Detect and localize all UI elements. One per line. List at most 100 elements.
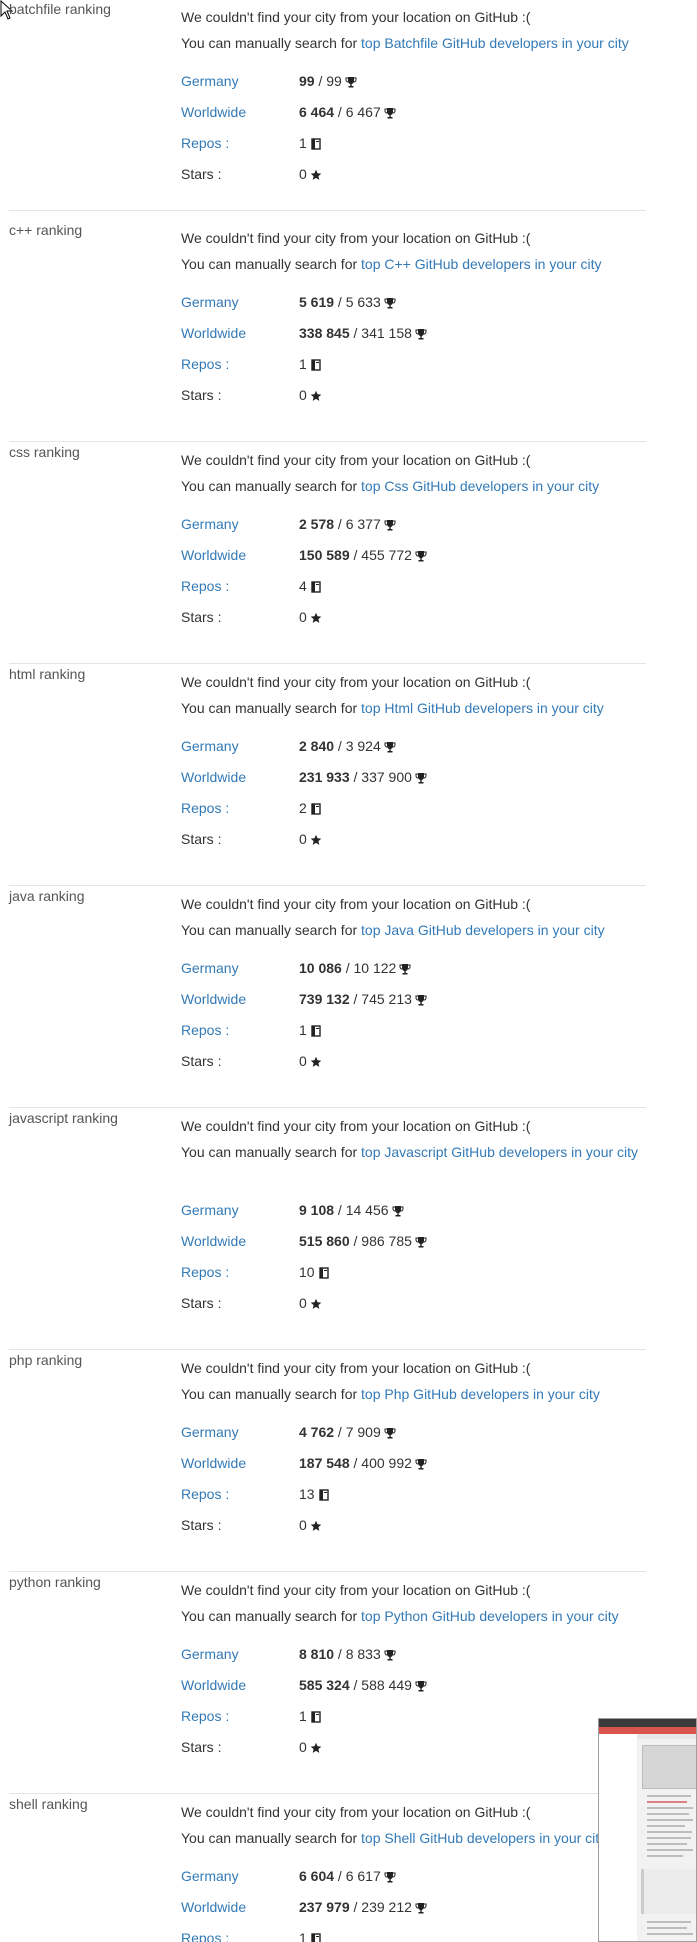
country-rank: 2 578 bbox=[299, 516, 335, 532]
trophy-icon bbox=[384, 1428, 396, 1439]
worldwide-ranking-link[interactable]: Worldwide bbox=[181, 1233, 246, 1249]
stars-label: Stars : bbox=[181, 1053, 222, 1069]
manual-search-line: You can manually search for top Javascri… bbox=[181, 1143, 639, 1162]
country-total: / 7 909 bbox=[334, 1424, 381, 1440]
star-icon bbox=[310, 1520, 322, 1531]
manual-search-line: You can manually search for top Batchfil… bbox=[181, 34, 639, 53]
manual-search-prefix: You can manually search for bbox=[181, 1144, 362, 1160]
worldwide-total: / 341 158 bbox=[349, 325, 412, 341]
city-search-link[interactable]: top Shell GitHub developers in your city bbox=[361, 1830, 606, 1846]
repos-link[interactable]: Repos : bbox=[181, 1486, 229, 1502]
worldwide-ranking-link[interactable]: Worldwide bbox=[181, 1455, 246, 1471]
worldwide-rank-row: Worldwide 585 324 / 588 449 bbox=[181, 1677, 639, 1697]
stars-count: 0 bbox=[299, 1517, 322, 1533]
worldwide-ranking-link[interactable]: Worldwide bbox=[181, 769, 246, 785]
country-ranking-link[interactable]: Germany bbox=[181, 1202, 239, 1218]
country-rank: 8 810 bbox=[299, 1646, 335, 1662]
repos-value: 13 bbox=[299, 1486, 315, 1502]
country-rank: 99 bbox=[299, 73, 315, 89]
star-icon bbox=[310, 390, 322, 401]
stars-row: Stars : 0 bbox=[181, 166, 639, 186]
repos-link[interactable]: Repos : bbox=[181, 1264, 229, 1280]
worldwide-total: / 455 772 bbox=[349, 547, 412, 563]
country-rank-row: Germany 2 578 / 6 377 bbox=[181, 516, 639, 536]
repos-row: Repos : 2 bbox=[181, 800, 639, 820]
repos-value: 1 bbox=[299, 135, 307, 151]
manual-search-line: You can manually search for top C++ GitH… bbox=[181, 255, 639, 274]
worldwide-rank-value: 237 979 / 239 212 bbox=[299, 1899, 427, 1915]
country-ranking-link[interactable]: Germany bbox=[181, 1424, 239, 1440]
star-icon bbox=[310, 169, 322, 180]
country-rank-value: 99 / 99 bbox=[299, 73, 357, 89]
manual-search-prefix: You can manually search for bbox=[181, 478, 362, 494]
stars-count: 0 bbox=[299, 609, 322, 625]
country-total: / 99 bbox=[314, 73, 342, 89]
country-ranking-link[interactable]: Germany bbox=[181, 516, 239, 532]
location-not-found-notice: We couldn't find your city from your loc… bbox=[181, 1804, 531, 1820]
city-search-link[interactable]: top Javascript GitHub developers in your… bbox=[361, 1144, 638, 1160]
ranking-section: java ranking We couldn't find your city … bbox=[9, 887, 646, 1108]
city-search-link[interactable]: top Php GitHub developers in your city bbox=[361, 1386, 600, 1402]
worldwide-rank: 338 845 bbox=[299, 325, 350, 341]
repos-link[interactable]: Repos : bbox=[181, 356, 229, 372]
book-icon bbox=[311, 1933, 321, 1942]
country-rank: 9 108 bbox=[299, 1202, 335, 1218]
city-search-link[interactable]: top Css GitHub developers in your city bbox=[361, 478, 599, 494]
repos-link[interactable]: Repos : bbox=[181, 578, 229, 594]
worldwide-ranking-link[interactable]: Worldwide bbox=[181, 547, 246, 563]
worldwide-ranking-link[interactable]: Worldwide bbox=[181, 991, 246, 1007]
language-ranking-title: css ranking bbox=[9, 444, 80, 460]
country-ranking-link[interactable]: Germany bbox=[181, 960, 239, 976]
worldwide-rank-value: 150 589 / 455 772 bbox=[299, 547, 427, 563]
stars-label: Stars : bbox=[181, 1739, 222, 1755]
worldwide-ranking-link[interactable]: Worldwide bbox=[181, 325, 246, 341]
book-icon bbox=[311, 138, 321, 150]
location-not-found-notice: We couldn't find your city from your loc… bbox=[181, 1360, 531, 1376]
stars-value: 0 bbox=[299, 1295, 307, 1311]
repos-value: 2 bbox=[299, 800, 307, 816]
worldwide-rank: 585 324 bbox=[299, 1677, 350, 1693]
trophy-icon bbox=[384, 520, 396, 531]
trophy-icon bbox=[384, 1650, 396, 1661]
worldwide-total: / 745 213 bbox=[349, 991, 412, 1007]
country-ranking-link[interactable]: Germany bbox=[181, 294, 239, 310]
book-icon bbox=[311, 1711, 321, 1723]
country-ranking-link[interactable]: Germany bbox=[181, 1868, 239, 1884]
country-total: / 14 456 bbox=[334, 1202, 389, 1218]
city-search-link[interactable]: top Java GitHub developers in your city bbox=[361, 922, 605, 938]
city-search-link[interactable]: top Html GitHub developers in your city bbox=[361, 700, 604, 716]
country-rank: 2 840 bbox=[299, 738, 335, 754]
trophy-icon bbox=[384, 298, 396, 309]
city-search-link[interactable]: top Python GitHub developers in your cit… bbox=[361, 1608, 619, 1624]
repos-count: 1 bbox=[299, 356, 322, 372]
manual-search-prefix: You can manually search for bbox=[181, 35, 362, 51]
repos-value: 10 bbox=[299, 1264, 315, 1280]
location-not-found-notice: We couldn't find your city from your loc… bbox=[181, 230, 531, 246]
repos-link[interactable]: Repos : bbox=[181, 1930, 229, 1942]
screenshot-preview-thumbnail[interactable] bbox=[598, 1718, 697, 1942]
stars-row: Stars : 0 bbox=[181, 1517, 639, 1537]
city-search-link[interactable]: top Batchfile GitHub developers in your … bbox=[361, 35, 629, 51]
manual-search-prefix: You can manually search for bbox=[181, 1608, 362, 1624]
worldwide-ranking-link[interactable]: Worldwide bbox=[181, 1677, 246, 1693]
country-ranking-link[interactable]: Germany bbox=[181, 73, 239, 89]
repos-link[interactable]: Repos : bbox=[181, 1022, 229, 1038]
repos-row: Repos : 1 bbox=[181, 1022, 639, 1042]
repos-link[interactable]: Repos : bbox=[181, 135, 229, 151]
repos-link[interactable]: Repos : bbox=[181, 1708, 229, 1724]
country-rank-row: Germany 5 619 / 5 633 bbox=[181, 294, 639, 314]
country-ranking-link[interactable]: Germany bbox=[181, 738, 239, 754]
city-search-link[interactable]: top C++ GitHub developers in your city bbox=[361, 256, 601, 272]
worldwide-ranking-link[interactable]: Worldwide bbox=[181, 1899, 246, 1915]
worldwide-ranking-link[interactable]: Worldwide bbox=[181, 104, 246, 120]
star-icon bbox=[310, 1056, 322, 1067]
trophy-icon bbox=[415, 995, 427, 1006]
star-icon bbox=[310, 1298, 322, 1309]
country-ranking-link[interactable]: Germany bbox=[181, 1646, 239, 1662]
stars-count: 0 bbox=[299, 1295, 322, 1311]
country-rank: 5 619 bbox=[299, 294, 335, 310]
repos-value: 1 bbox=[299, 356, 307, 372]
repos-row: Repos : 4 bbox=[181, 578, 639, 598]
repos-link[interactable]: Repos : bbox=[181, 800, 229, 816]
repos-row: Repos : 13 bbox=[181, 1486, 639, 1506]
